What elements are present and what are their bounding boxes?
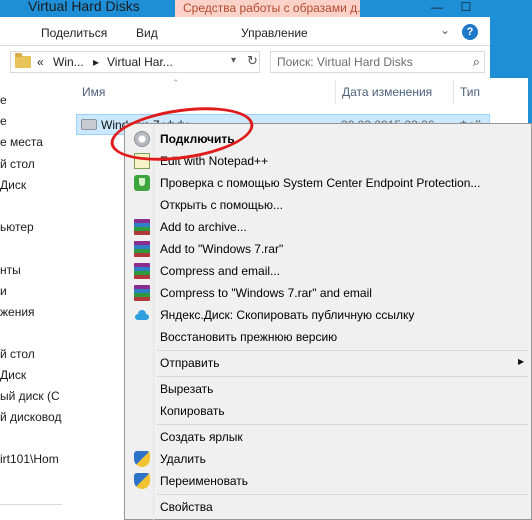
window-title: Virtual Hard Disks <box>28 0 140 14</box>
yandex-disk-icon <box>134 307 150 323</box>
winrar-icon <box>134 241 150 257</box>
menu-item-add-rar[interactable]: Add to "Windows 7.rar" <box>128 238 528 260</box>
address-bar[interactable]: « Win... ▸ Virtual Har... ▾ ↻ <box>10 51 260 73</box>
menu-separator <box>157 376 528 377</box>
tab-share[interactable]: Поделиться <box>41 26 107 40</box>
menu-item-send-to[interactable]: Отправить ▶ <box>128 352 528 374</box>
submenu-arrow-icon: ▶ <box>518 357 525 366</box>
breadcrumb-virtual-hard-disks[interactable]: Virtual Har... <box>107 55 173 69</box>
column-header-date[interactable]: Дата изменения <box>342 85 432 99</box>
winrar-icon <box>134 263 150 279</box>
maximize-button[interactable]: ☐ <box>452 0 480 17</box>
tab-view[interactable]: Вид <box>136 26 158 40</box>
menu-item-label: Восстановить прежнюю версию <box>160 330 338 344</box>
nav-item[interactable]: е <box>0 114 7 128</box>
breadcrumb-separator[interactable]: ▸ <box>93 55 99 69</box>
uac-shield-icon <box>134 451 150 467</box>
menu-item-compress-email[interactable]: Compress and email... <box>128 260 528 282</box>
menu-item-properties[interactable]: Свойства <box>128 496 528 518</box>
nav-item[interactable]: Диск <box>0 178 26 192</box>
menu-item-label: Создать ярлык <box>160 430 243 444</box>
menu-item-label: Вырезать <box>160 382 214 396</box>
minimize-button[interactable]: — <box>423 0 451 17</box>
search-icon[interactable]: ⌕ <box>473 54 480 70</box>
menu-item-scep-scan[interactable]: Проверка с помощью System Center Endpoin… <box>128 172 528 194</box>
nav-item[interactable]: жения <box>0 305 35 319</box>
menu-item-cut[interactable]: Вырезать <box>128 378 528 400</box>
nav-item[interactable]: Диск <box>0 368 26 382</box>
menu-item-label: Add to archive... <box>160 220 247 234</box>
tab-disk-image-tools[interactable]: Средства работы с образами д... <box>175 0 360 17</box>
menu-separator <box>157 424 528 425</box>
menu-item-open-with[interactable]: Открыть с помощью... <box>128 194 528 216</box>
menu-item-label: Свойства <box>160 500 213 514</box>
menu-item-label: Add to "Windows 7.rar" <box>160 242 284 256</box>
tab-manage[interactable]: Управление <box>241 26 308 40</box>
scep-icon <box>134 175 150 191</box>
address-row: « Win... ▸ Virtual Har... ▾ ↻ Поиск: Vir… <box>0 46 490 78</box>
folder-icon <box>15 53 31 68</box>
nav-item[interactable]: е <box>0 93 7 107</box>
nav-item[interactable]: irt101\Hom <box>0 452 59 466</box>
search-input[interactable]: Поиск: Virtual Hard Disks ⌕ <box>270 51 485 73</box>
navigation-pane: е е е места й стол Диск ьютер нты и жени… <box>0 78 69 520</box>
menu-item-label: Переименовать <box>160 474 248 488</box>
menu-item-label: Открыть с помощью... <box>160 198 284 212</box>
menu-item-add-archive[interactable]: Add to archive... <box>128 216 528 238</box>
uac-shield-icon <box>134 473 150 489</box>
menu-item-label: Яндекс.Диск: Скопировать публичную ссылк… <box>160 308 415 322</box>
search-placeholder: Поиск: Virtual Hard Disks <box>277 55 413 69</box>
menu-item-delete[interactable]: Удалить <box>128 448 528 470</box>
column-divider[interactable] <box>453 80 454 104</box>
menu-item-label: Копировать <box>160 404 225 418</box>
context-menu: Подключить Edit with Notepad++ Проверка … <box>124 123 532 520</box>
column-divider[interactable] <box>335 80 336 104</box>
menu-item-label: Удалить <box>160 452 206 466</box>
chevron-down-icon[interactable]: ⌄ <box>440 23 450 37</box>
chevron-down-icon[interactable]: ▾ <box>231 55 236 66</box>
refresh-icon[interactable]: ↻ <box>247 53 258 69</box>
nav-item[interactable]: й стол <box>0 157 35 171</box>
help-icon[interactable]: ? <box>462 24 478 40</box>
menu-item-rename[interactable]: Переименовать <box>128 470 528 492</box>
winrar-icon <box>134 219 150 235</box>
menu-item-label: Compress and email... <box>160 264 281 278</box>
nav-item[interactable]: нты <box>0 263 21 277</box>
menu-separator <box>157 494 528 495</box>
menu-separator <box>157 350 528 351</box>
nav-item[interactable]: й стол <box>0 347 35 361</box>
menu-item-yandex-link[interactable]: Яндекс.Диск: Скопировать публичную ссылк… <box>128 304 528 326</box>
column-header-type[interactable]: Тип <box>460 85 480 99</box>
vhd-file-icon <box>81 119 97 130</box>
nav-item[interactable]: е места <box>0 135 43 149</box>
divider <box>0 504 62 505</box>
menu-item-compress-rar-email[interactable]: Compress to "Windows 7.rar" and email <box>128 282 528 304</box>
menu-item-label: Отправить <box>160 356 220 370</box>
nav-item[interactable]: й дисковод ( <box>0 410 69 424</box>
menu-item-restore-version[interactable]: Восстановить прежнюю версию <box>128 326 528 348</box>
title-bar: Virtual Hard Disks Средства работы с обр… <box>0 0 532 17</box>
winrar-icon <box>134 285 150 301</box>
menu-item-label: Проверка с помощью System Center Endpoin… <box>160 176 481 190</box>
breadcrumb-overflow[interactable]: « <box>37 55 44 69</box>
menu-item-label: Compress to "Windows 7.rar" and email <box>160 286 372 300</box>
nav-item[interactable]: и <box>0 284 7 298</box>
column-header-name[interactable]: Имя <box>82 85 105 99</box>
nav-item[interactable]: ьютер <box>0 220 34 234</box>
menu-item-create-shortcut[interactable]: Создать ярлык <box>128 426 528 448</box>
nav-item[interactable]: ый диск (С <box>0 389 60 403</box>
ribbon: Поделиться Вид Управление ⌄ ? <box>0 17 490 46</box>
sort-arrow-icon: ⌃ <box>172 78 180 88</box>
menu-item-copy[interactable]: Копировать <box>128 400 528 422</box>
breadcrumb-windows[interactable]: Win... <box>53 55 84 69</box>
